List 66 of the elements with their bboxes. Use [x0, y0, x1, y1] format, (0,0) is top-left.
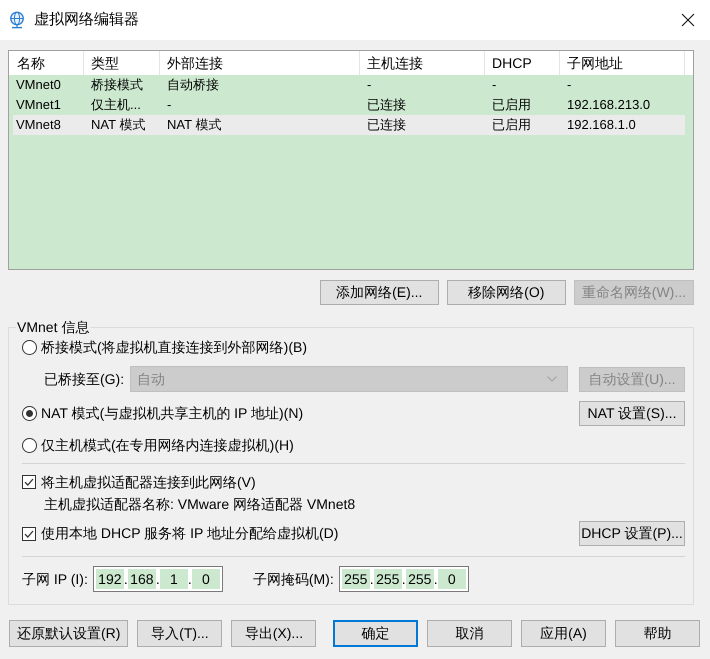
group-title: VMnet 信息 — [16, 318, 90, 337]
globe-icon — [8, 11, 26, 29]
add-network-button[interactable]: 添加网络(E)... — [320, 280, 439, 305]
table-cell-text: 已连接 — [366, 96, 407, 114]
radio-label: 桥接模式(将虚拟机直接连接到外部网络)(B) — [41, 338, 307, 357]
chevron-down-icon — [547, 376, 557, 382]
ip-octet[interactable]: 255 — [406, 569, 434, 589]
table-cell-text: VMnet1 — [15, 96, 62, 114]
table-cell-text: 仅主机... — [90, 96, 142, 114]
table-cell-text: - — [566, 76, 572, 94]
checkbox-label: 使用本地 DHCP 服务将 IP 地址分配给虚拟机(D) — [41, 524, 338, 543]
apply-button[interactable]: 应用(A) — [521, 620, 606, 647]
export-button[interactable]: 导出(X)... — [231, 620, 316, 647]
table-cell-text: 已启用 — [491, 96, 532, 114]
table-cell-text: 192.168.1.0 — [566, 116, 637, 134]
help-button[interactable]: 帮助 — [615, 620, 700, 647]
table-cell-text: 桥接模式 — [90, 76, 144, 94]
settings-button[interactable]: NAT 设置(S)... — [579, 401, 685, 426]
table-cell-text: - — [491, 76, 498, 94]
field-label: 已桥接至(G): — [44, 370, 124, 389]
ip-octet[interactable]: 255 — [374, 569, 402, 589]
import-button[interactable]: 导入(T)... — [137, 620, 222, 647]
ip-separator: . — [402, 570, 406, 588]
radio-button[interactable] — [22, 340, 37, 354]
table-cell-text: 自动桥接 — [166, 76, 220, 94]
ip-octet[interactable]: 192 — [96, 569, 124, 589]
table-cell-text: NAT 模式 — [90, 116, 146, 134]
ip-octet[interactable]: 1 — [160, 569, 188, 589]
ip-separator: . — [124, 570, 128, 588]
ip-octet[interactable]: 168 — [128, 569, 156, 589]
table-row[interactable]: VMnet8 NAT 模式 NAT 模式 已连接 已启用 192.168.1.0 — [13, 115, 685, 135]
ip-address-field[interactable]: 255 . 255 . 255 . 0 — [338, 566, 469, 592]
ip-separator: . — [370, 570, 374, 588]
close-icon — [681, 13, 695, 27]
table-cell-text: - — [166, 96, 172, 114]
ip-separator: . — [188, 570, 192, 588]
ip-address-field[interactable]: 192 . 168 . 1 . 0 — [92, 566, 223, 592]
checkbox[interactable] — [22, 526, 36, 540]
checkbox-label: 将主机虚拟适配器连接到此网络(V) — [41, 472, 256, 492]
ip-separator: . — [156, 570, 160, 588]
table-cell-text: NAT 模式 — [166, 116, 222, 134]
restore-defaults-button[interactable]: 还原默认设置(R) — [9, 620, 128, 647]
table-cell-text: VMnet0 — [15, 76, 62, 94]
table-cell-text: 已连接 — [366, 116, 407, 134]
radio-button[interactable] — [22, 438, 37, 452]
checkbox[interactable] — [22, 475, 36, 489]
adapter-name-text: 主机虚拟适配器名称: VMware 网络适配器 VMnet8 — [44, 494, 356, 514]
table-cell-text: 已启用 — [491, 116, 532, 134]
radio-label: 仅主机模式(在专用网络内连接虚拟机)(H) — [41, 436, 294, 455]
field-label: 子网 IP (I): — [22, 570, 88, 589]
remove-network-button[interactable]: 移除网络(O) — [446, 280, 566, 305]
table-cell-text: - — [366, 76, 372, 94]
close-button[interactable] — [680, 12, 696, 28]
ip-octet[interactable]: 255 — [342, 569, 370, 589]
table-cell-text: 192.168.213.0 — [566, 96, 652, 114]
ip-octet[interactable]: 0 — [192, 569, 220, 589]
ip-separator: . — [434, 570, 438, 588]
window-title: 虚拟网络编辑器 — [34, 10, 139, 30]
field-label: 子网掩码(M): — [252, 570, 334, 589]
cancel-button[interactable]: 取消 — [427, 620, 512, 647]
radio-button[interactable] — [22, 406, 37, 421]
radio-label: NAT 模式(与虚拟机共享主机的 IP 地址)(N) — [41, 404, 304, 423]
ip-octet[interactable]: 0 — [438, 569, 466, 589]
settings-button[interactable]: DHCP 设置(P)... — [579, 521, 685, 546]
table-cell-text: VMnet8 — [15, 116, 62, 134]
ok-button[interactable]: 确定 — [333, 620, 418, 647]
